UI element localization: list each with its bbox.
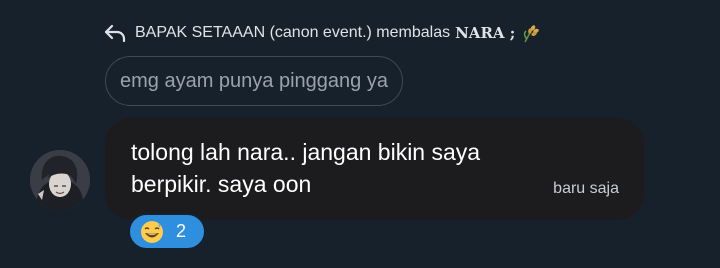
message-bubble[interactable]: tolong lah nara.. jangan bikin saya berp…	[105, 118, 644, 220]
reaction-count: 2	[176, 221, 187, 241]
reply-arrow-icon	[104, 24, 126, 42]
rice-plant-icon	[524, 25, 540, 43]
reply-target-name[interactable]: NARA ;	[455, 24, 515, 42]
reaction-pill[interactable]: 2	[128, 213, 206, 250]
reply-header[interactable]: BAPAK SETAAAN (canon event.) membalas NA…	[104, 20, 541, 46]
avatar[interactable]	[30, 150, 90, 210]
grinning-sweat-emoji-icon	[141, 220, 163, 243]
quoted-message[interactable]: emg ayam punya pinggang ya	[105, 56, 403, 106]
avatar-image	[30, 150, 90, 210]
quoted-message-text: emg ayam punya pinggang ya	[120, 69, 388, 92]
message-timestamp: baru saja	[553, 180, 619, 197]
reply-prefix-text: BAPAK SETAAAN (canon event.) membalas	[135, 24, 451, 41]
message-text: tolong lah nara.. jangan bikin saya berp…	[131, 139, 481, 197]
